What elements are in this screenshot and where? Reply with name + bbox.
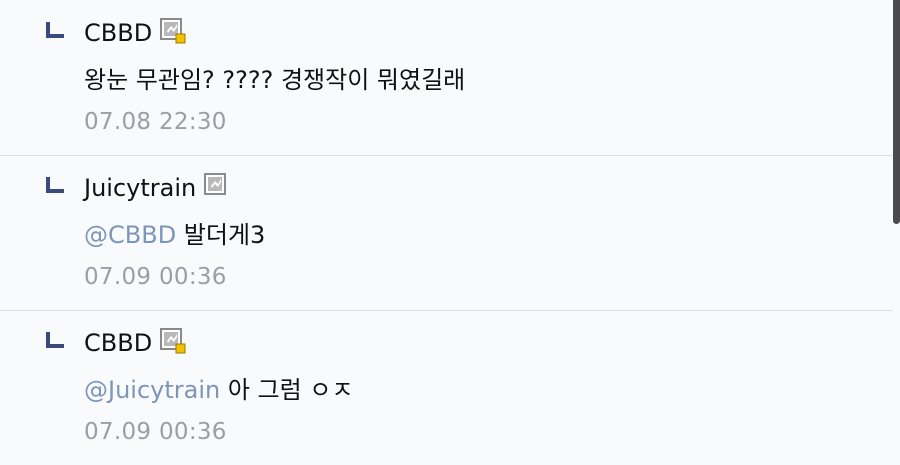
- author-name[interactable]: Juicytrain: [84, 174, 196, 202]
- comment-author[interactable]: CBBD: [84, 16, 186, 50]
- author-name[interactable]: CBBD: [84, 19, 152, 47]
- comment-item: CBBD 왕눈 무관임? ???? 경쟁작이 뭐였길래 07.08 22:30: [0, 0, 893, 156]
- mention-link[interactable]: @CBBD: [84, 221, 176, 249]
- comment-text: @CBBD 발더게3: [84, 218, 265, 252]
- comment-timestamp: 07.09 00:36: [84, 419, 227, 445]
- reply-arrow-icon: [46, 177, 64, 193]
- level-badge-icon: [204, 173, 230, 199]
- comment-timestamp: 07.08 22:30: [84, 109, 227, 135]
- message-body: 아 그럼 ㅇㅈ: [220, 376, 354, 404]
- comment-author[interactable]: Juicytrain: [84, 171, 230, 205]
- reply-arrow-icon: [46, 332, 64, 348]
- reply-arrow-icon: [46, 22, 64, 38]
- comment-author[interactable]: CBBD: [84, 326, 186, 360]
- message-body: 발더게3: [176, 221, 266, 249]
- comment-text: @Juicytrain 아 그럼 ㅇㅈ: [84, 373, 354, 407]
- comment-text: 왕눈 무관임? ???? 경쟁작이 뭐였길래: [84, 63, 465, 97]
- author-name[interactable]: CBBD: [84, 329, 152, 357]
- comment-item: Juicytrain @CBBD 발더게3 07.09 00:36: [0, 155, 893, 311]
- level-badge-icon: [160, 328, 186, 354]
- scrollbar-thumb[interactable]: [893, 0, 900, 224]
- comment-item: CBBD @Juicytrain 아 그럼 ㅇㅈ 07.09 00:36: [0, 310, 893, 465]
- mention-link[interactable]: @Juicytrain: [84, 376, 220, 404]
- message-body: 왕눈 무관임? ???? 경쟁작이 뭐였길래: [84, 66, 466, 94]
- level-badge-icon: [160, 18, 186, 44]
- comment-timestamp: 07.09 00:36: [84, 264, 227, 290]
